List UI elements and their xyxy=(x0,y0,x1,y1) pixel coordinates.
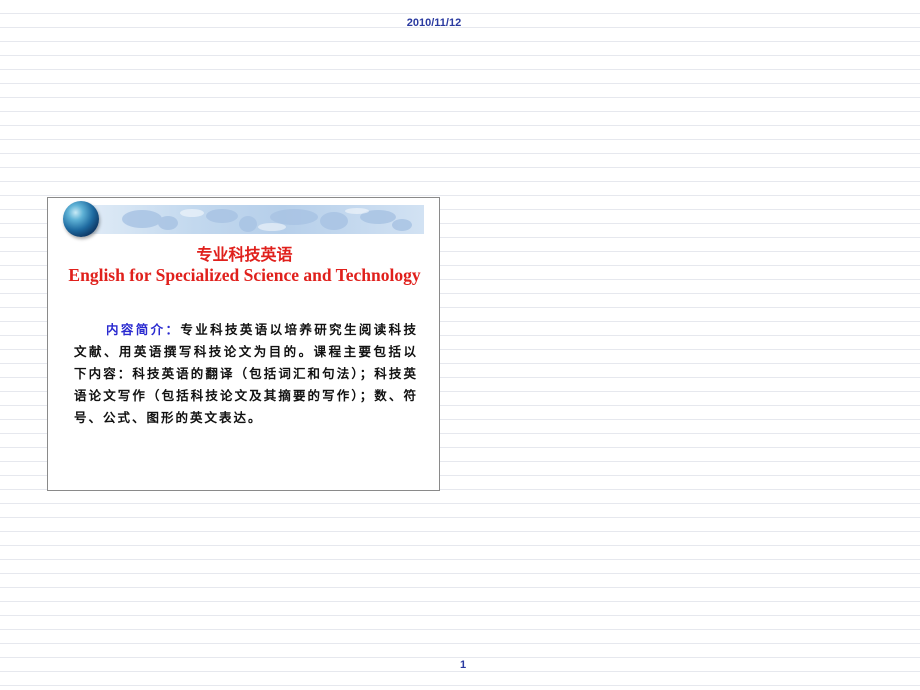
slide-thumbnail[interactable]: 专业科技英语 English for Specialized Science a… xyxy=(47,197,440,491)
course-introduction: 内容简介：专业科技英语以培养研究生阅读科技文献、用英语撰写科技论文为目的。课程主… xyxy=(74,319,418,429)
slide-title-chinese: 专业科技英语 xyxy=(196,245,293,264)
globe-icon xyxy=(63,201,99,237)
intro-text: 专业科技英语以培养研究生阅读科技文献、用英语撰写科技论文为目的。课程主要包括以下… xyxy=(74,322,418,425)
world-map-graphic xyxy=(122,208,412,232)
page-number: 1 xyxy=(459,659,467,671)
world-map-banner xyxy=(72,205,424,234)
intro-label: 内容简介： xyxy=(106,322,181,337)
slide-title-english: English for Specialized Science and Tech… xyxy=(68,265,421,285)
page-date: 2010/11/12 xyxy=(406,17,462,29)
